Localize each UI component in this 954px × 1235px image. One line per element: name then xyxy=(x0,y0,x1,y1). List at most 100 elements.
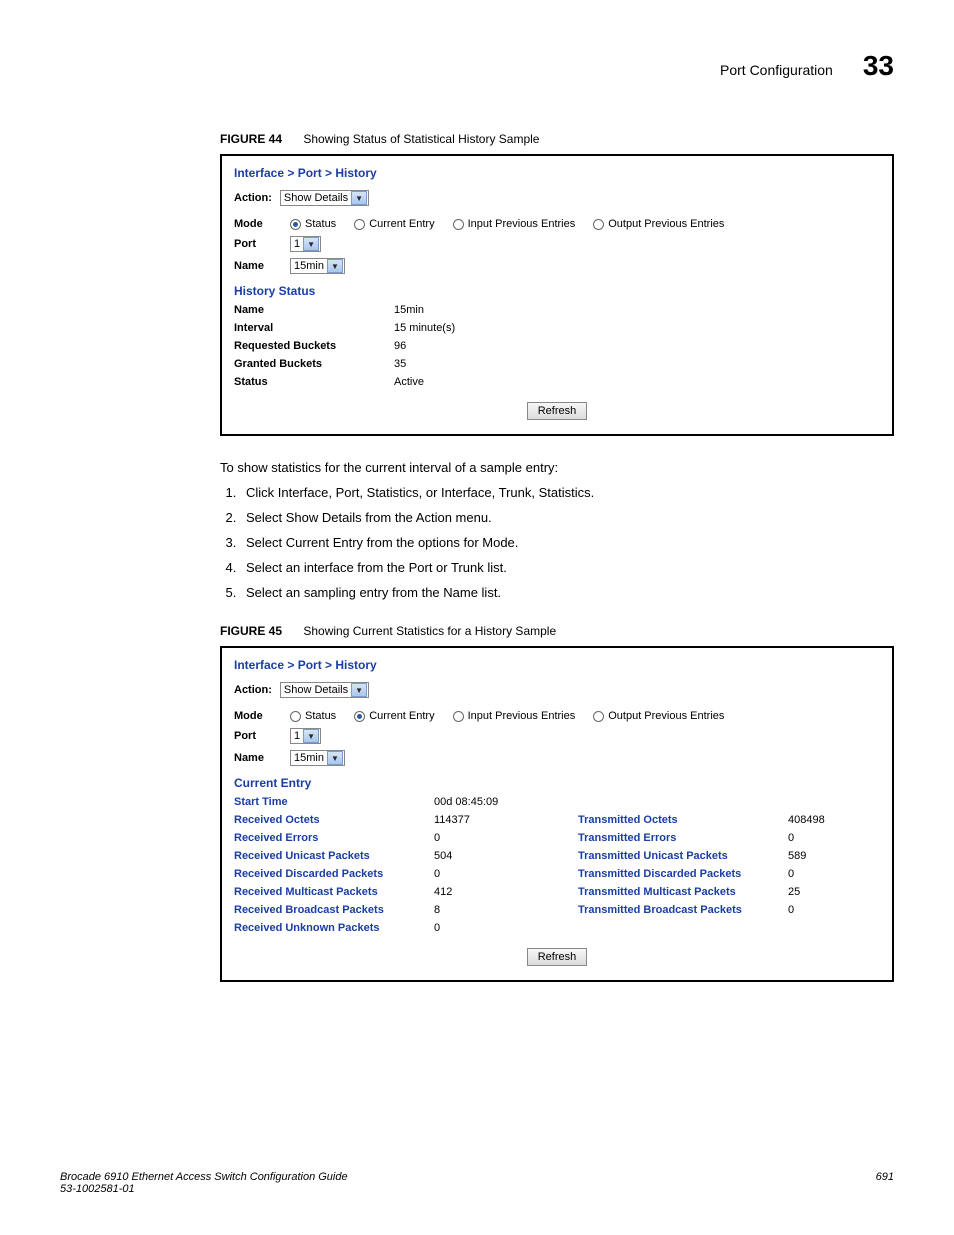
mode-current-entry-label: Current Entry xyxy=(369,218,434,230)
mode-status-radio[interactable]: Status xyxy=(290,218,336,230)
stat-left-val: 504 xyxy=(434,850,578,862)
kv-val: 15 minute(s) xyxy=(394,322,880,334)
mode-output-prev-radio-45[interactable]: Output Previous Entries xyxy=(593,710,724,722)
kv-row: Interval 15 minute(s) xyxy=(234,322,880,334)
footer-docnum: 53-1002581-01 xyxy=(60,1183,348,1195)
stat-right-key: Transmitted Discarded Packets xyxy=(578,868,788,880)
footer-left: Brocade 6910 Ethernet Access Switch Conf… xyxy=(60,1171,348,1195)
stat-left-key: Received Unicast Packets xyxy=(234,850,434,862)
mode-input-prev-radio[interactable]: Input Previous Entries xyxy=(453,218,576,230)
stat-right-val: 25 xyxy=(788,886,800,898)
mode-row-44: Mode Status Current Entry Input Previous… xyxy=(234,218,880,230)
stats-row: Received Broadcast Packets 8 Transmitted… xyxy=(234,904,880,916)
kv-val: 96 xyxy=(394,340,880,352)
name-dropdown-45[interactable]: 15min ▼ xyxy=(290,750,345,766)
radio-icon xyxy=(354,711,365,722)
name-row-45: Name 15min ▼ xyxy=(234,750,880,766)
action-value-45: Show Details xyxy=(284,684,348,696)
mode-status-label: Status xyxy=(305,218,336,230)
stat-right-val: 0 xyxy=(788,904,794,916)
refresh-wrap-45: Refresh xyxy=(234,948,880,966)
action-row-45: Action: Show Details ▼ xyxy=(234,682,880,698)
stat-right-key: Transmitted Multicast Packets xyxy=(578,886,788,898)
port-dropdown-45[interactable]: 1 ▼ xyxy=(290,728,321,744)
mode-input-prev-radio-45[interactable]: Input Previous Entries xyxy=(453,710,576,722)
kv-key: Name xyxy=(234,304,394,316)
blank xyxy=(578,796,788,808)
figure-45-label: FIGURE 45 xyxy=(220,624,282,638)
stat-left-key: Received Unknown Packets xyxy=(234,922,434,934)
stat-right-key xyxy=(578,922,788,934)
step-4: Select an interface from the Port or Tru… xyxy=(240,560,894,575)
kv-val: Active xyxy=(394,376,880,388)
port-row-44: Port 1 ▼ xyxy=(234,236,880,252)
name-label-44: Name xyxy=(234,260,290,272)
current-entry-heading: Current Entry xyxy=(234,776,880,790)
radio-icon xyxy=(354,219,365,230)
action-dropdown-45[interactable]: Show Details ▼ xyxy=(280,682,369,698)
figure-45-caption-line: FIGURE 45 Showing Current Statistics for… xyxy=(220,624,894,638)
stat-left-val: 0 xyxy=(434,922,578,934)
page: Port Configuration 33 FIGURE 44 Showing … xyxy=(0,0,954,1235)
mode-output-prev-label-45: Output Previous Entries xyxy=(608,710,724,722)
step-1: Click Interface, Port, Statistics, or In… xyxy=(240,485,894,500)
action-dropdown-44[interactable]: Show Details ▼ xyxy=(280,190,369,206)
content-column: FIGURE 44 Showing Status of Statistical … xyxy=(220,132,894,982)
port-dropdown-44[interactable]: 1 ▼ xyxy=(290,236,321,252)
stat-right-val: 589 xyxy=(788,850,806,862)
stat-left-val: 8 xyxy=(434,904,578,916)
stats-row: Received Errors 0 Transmitted Errors 0 xyxy=(234,832,880,844)
port-label-45: Port xyxy=(234,730,290,742)
stats-row: Received Unknown Packets 0 xyxy=(234,922,880,934)
kv-key: Granted Buckets xyxy=(234,358,394,370)
radio-icon xyxy=(593,219,604,230)
stat-left-val: 0 xyxy=(434,868,578,880)
footer-page: 691 xyxy=(876,1171,894,1195)
name-row-44: Name 15min ▼ xyxy=(234,258,880,274)
step-5: Select an sampling entry from the Name l… xyxy=(240,585,894,600)
action-row-44: Action: Show Details ▼ xyxy=(234,190,880,206)
refresh-button-44[interactable]: Refresh xyxy=(527,402,588,420)
chevron-down-icon: ▼ xyxy=(327,259,343,273)
figure-44-screenshot: Interface > Port > History Action: Show … xyxy=(220,154,894,436)
kv-key: Status xyxy=(234,376,394,388)
kv-row: Requested Buckets 96 xyxy=(234,340,880,352)
mode-current-entry-radio[interactable]: Current Entry xyxy=(354,218,434,230)
mode-status-radio-45[interactable]: Status xyxy=(290,710,336,722)
stat-left-val: 114377 xyxy=(434,814,578,826)
chevron-down-icon: ▼ xyxy=(327,751,343,765)
mode-current-entry-radio-45[interactable]: Current Entry xyxy=(354,710,434,722)
mode-current-entry-label-45: Current Entry xyxy=(369,710,434,722)
port-row-45: Port 1 ▼ xyxy=(234,728,880,744)
port-label-44: Port xyxy=(234,238,290,250)
kv-val: 15min xyxy=(394,304,880,316)
stat-right-val: 0 xyxy=(788,868,794,880)
steps-list: Click Interface, Port, Statistics, or In… xyxy=(220,485,894,600)
stats-row: Received Discarded Packets 0 Transmitted… xyxy=(234,868,880,880)
breadcrumb-45: Interface > Port > History xyxy=(234,658,880,672)
figure-44-caption-line: FIGURE 44 Showing Status of Statistical … xyxy=(220,132,894,146)
refresh-button-45[interactable]: Refresh xyxy=(527,948,588,966)
stat-right-val: 408498 xyxy=(788,814,825,826)
mode-output-prev-radio[interactable]: Output Previous Entries xyxy=(593,218,724,230)
refresh-wrap-44: Refresh xyxy=(234,402,880,420)
chevron-down-icon: ▼ xyxy=(303,237,319,251)
radio-icon xyxy=(290,711,301,722)
chevron-down-icon: ▼ xyxy=(303,729,319,743)
start-time-label: Start Time xyxy=(234,796,434,808)
mode-row-45: Mode Status Current Entry Input Previous… xyxy=(234,710,880,722)
port-value-44: 1 xyxy=(294,238,300,250)
stats-row: Received Multicast Packets 412 Transmitt… xyxy=(234,886,880,898)
step-2: Select Show Details from the Action menu… xyxy=(240,510,894,525)
name-value-44: 15min xyxy=(294,260,324,272)
stats-row: Received Unicast Packets 504 Transmitted… xyxy=(234,850,880,862)
kv-key: Interval xyxy=(234,322,394,334)
start-time-row: Start Time 00d 08:45:09 xyxy=(234,796,880,808)
stat-left-val: 412 xyxy=(434,886,578,898)
intro-text: To show statistics for the current inter… xyxy=(220,460,894,475)
action-value-44: Show Details xyxy=(284,192,348,204)
name-label-45: Name xyxy=(234,752,290,764)
name-dropdown-44[interactable]: 15min ▼ xyxy=(290,258,345,274)
stat-left-key: Received Errors xyxy=(234,832,434,844)
stat-right-key: Transmitted Errors xyxy=(578,832,788,844)
